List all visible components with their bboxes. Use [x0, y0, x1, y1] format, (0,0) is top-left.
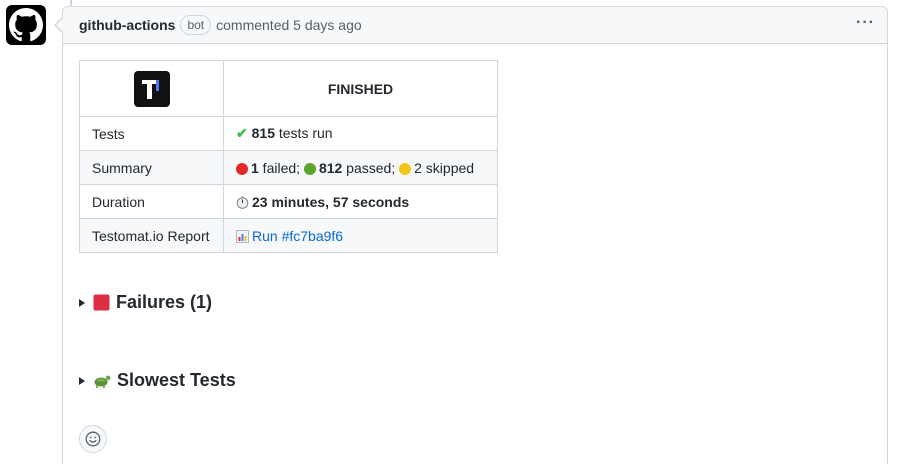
tests-text: tests run [274, 125, 333, 141]
duration-value-cell: 23 minutes, 57 seconds [223, 184, 498, 219]
red-circle-icon [236, 162, 248, 175]
yellow-circle-icon [399, 162, 412, 175]
row-label-duration: Duration [79, 184, 224, 219]
failures-details-summary[interactable]: Failures (1) [79, 292, 212, 313]
comment-header: github-actions bot commented 5 days ago … [63, 7, 887, 44]
comment-body: FINISHED Tests ✔ 815 tests run Summary 1… [79, 60, 498, 253]
failed-count: 1 [251, 159, 259, 176]
passed-count: 812 [318, 159, 343, 176]
report-value-cell: Run #fc7ba9f6 [223, 218, 498, 253]
page: github-actions bot commented 5 days ago … [0, 0, 906, 464]
table-row: Tests ✔ 815 tests run [79, 116, 498, 151]
red-square-icon [93, 294, 110, 311]
bar-chart-icon [236, 229, 249, 243]
duration-value: 23 minutes, 57 seconds [252, 193, 410, 210]
kebab-menu-icon[interactable]: ··· [856, 15, 875, 31]
testomatio-logo [133, 70, 170, 107]
avatar[interactable] [6, 5, 46, 45]
status-header: FINISHED [223, 60, 498, 117]
comment-box: github-actions bot commented 5 days ago … [54, 6, 888, 464]
report-table: FINISHED Tests ✔ 815 tests run Summary 1… [79, 60, 498, 253]
slowest-tests-details-summary[interactable]: Slowest Tests [79, 370, 236, 391]
run-report-link[interactable]: Run #fc7ba9f6 [252, 228, 343, 244]
check-mark-icon: ✔ [236, 125, 248, 141]
row-label-tests: Tests [79, 116, 224, 151]
smiley-icon [85, 431, 101, 447]
author-link[interactable]: github-actions [79, 17, 175, 33]
table-row: FINISHED [79, 60, 498, 117]
comment-timestamp[interactable]: commented 5 days ago [216, 17, 362, 33]
table-row: Duration 23 minutes, 57 seconds [79, 184, 498, 219]
tests-count: 815 [251, 125, 275, 141]
table-row: Testomat.io Report Run #fc7ba9f6 [79, 218, 498, 253]
green-circle-icon [303, 162, 316, 175]
testomatio-logo-mark [141, 79, 159, 99]
stopwatch-icon [236, 195, 249, 209]
passed-text: passed; [342, 159, 396, 176]
logo-cell [79, 60, 224, 117]
failed-text: failed; [258, 159, 301, 176]
bot-badge: bot [180, 15, 212, 35]
expand-triangle-icon [79, 376, 85, 385]
add-reaction-button[interactable] [79, 425, 107, 453]
expand-triangle-icon [79, 298, 85, 307]
turtle-icon [93, 372, 111, 389]
row-label-summary: Summary [79, 150, 224, 185]
skipped-text: 2 skipped [414, 159, 475, 176]
tests-value-cell: ✔ 815 tests run [223, 116, 498, 151]
summary-value-cell: 1 failed; 812 passed; 2 skipped [223, 150, 498, 185]
failures-label: Failures (1) [116, 292, 213, 312]
row-label-report: Testomat.io Report [79, 218, 224, 253]
github-octocat-icon [9, 8, 43, 42]
slowest-tests-label: Slowest Tests [117, 370, 236, 390]
table-row: Summary 1 failed; 812 passed; 2 skipped [79, 150, 498, 185]
